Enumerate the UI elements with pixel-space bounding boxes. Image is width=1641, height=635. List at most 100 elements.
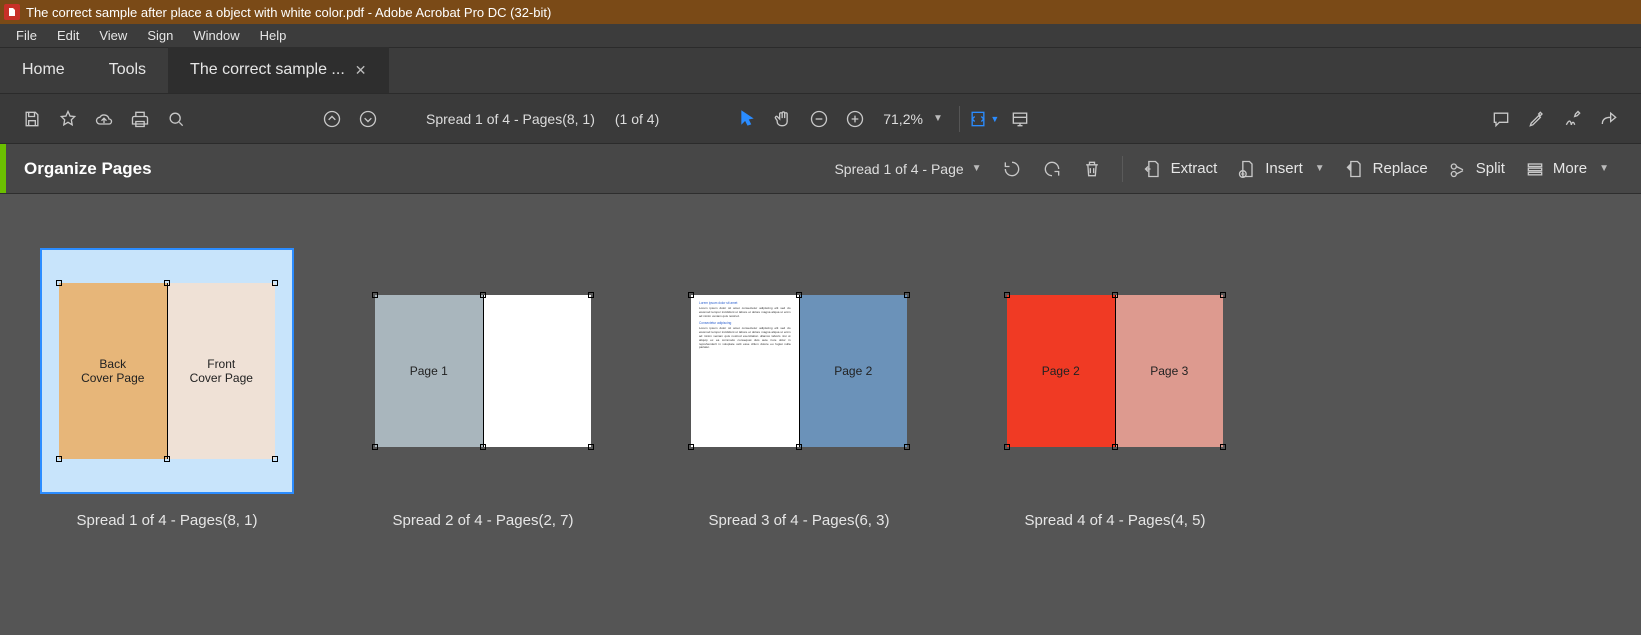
- window-title: The correct sample after place a object …: [26, 5, 551, 20]
- delete-button[interactable]: [1072, 151, 1112, 187]
- organize-bar: Organize Pages Spread 1 of 4 - Page ▼ Ex…: [0, 144, 1641, 194]
- resize-handle[interactable]: [688, 292, 694, 298]
- page-label-line: Back: [99, 357, 126, 371]
- resize-handle[interactable]: [588, 444, 594, 450]
- print-icon[interactable]: [122, 101, 158, 137]
- more-label: More: [1553, 160, 1587, 177]
- spread-caption: Spread 3 of 4 - Pages(6, 3): [709, 512, 890, 529]
- insert-label: Insert: [1265, 160, 1303, 177]
- page-down-icon[interactable]: [350, 101, 386, 137]
- resize-handle[interactable]: [56, 280, 62, 286]
- resize-handle[interactable]: [1004, 444, 1010, 450]
- more-button[interactable]: More ▼: [1515, 151, 1619, 187]
- resize-handle[interactable]: [588, 292, 594, 298]
- zoom-level[interactable]: 71,2% ▼: [883, 111, 943, 127]
- spread-caption: Spread 2 of 4 - Pages(2, 7): [393, 512, 574, 529]
- app-icon: [4, 4, 20, 20]
- spread-thumbnail[interactable]: Page 2 Page 3: [988, 248, 1242, 494]
- chevron-down-icon: ▼: [972, 163, 982, 174]
- tab-home[interactable]: Home: [0, 47, 87, 93]
- separator: [959, 106, 960, 132]
- page-label-line: Cover Page: [190, 371, 253, 385]
- resize-handle[interactable]: [1220, 444, 1226, 450]
- resize-handle[interactable]: [372, 444, 378, 450]
- split-button[interactable]: Split: [1438, 151, 1515, 187]
- resize-handle[interactable]: [480, 292, 486, 298]
- rotate-cw-button[interactable]: [1032, 151, 1072, 187]
- highlight-icon[interactable]: [1519, 101, 1555, 137]
- hand-tool-icon[interactable]: [765, 101, 801, 137]
- zoom-in-icon[interactable]: [837, 101, 873, 137]
- page-label-line: Page 3: [1150, 364, 1188, 378]
- replace-button[interactable]: Replace: [1335, 151, 1438, 187]
- menu-edit[interactable]: Edit: [47, 24, 89, 48]
- spread-thumbnail[interactable]: Page 1: [356, 248, 610, 494]
- select-tool-icon[interactable]: [729, 101, 765, 137]
- tab-tools[interactable]: Tools: [87, 47, 168, 93]
- resize-handle[interactable]: [1220, 292, 1226, 298]
- resize-handle[interactable]: [372, 292, 378, 298]
- extract-button[interactable]: Extract: [1133, 151, 1228, 187]
- spread-page[interactable]: BackCover PageFrontCover Page: [59, 283, 275, 459]
- resize-handle[interactable]: [56, 456, 62, 462]
- resize-handle[interactable]: [272, 456, 278, 462]
- star-icon[interactable]: [50, 101, 86, 137]
- menu-sign[interactable]: Sign: [137, 24, 183, 48]
- close-icon[interactable]: ✕: [355, 62, 367, 79]
- page-of-indicator: (1 of 4): [615, 111, 659, 127]
- page-half-right: Page 2: [800, 295, 908, 447]
- resize-handle[interactable]: [1112, 292, 1118, 298]
- spread-indicator[interactable]: Spread 1 of 4 - Pages(8, 1): [426, 111, 595, 127]
- thumbnails-area: BackCover PageFrontCover PageSpread 1 of…: [0, 194, 1641, 583]
- spread-thumbnail[interactable]: Lorem ipsum dolor sit ametLorem ipsum do…: [672, 248, 926, 494]
- resize-handle[interactable]: [1112, 444, 1118, 450]
- page-half-right: Page 3: [1116, 295, 1224, 447]
- spread-3[interactable]: Lorem ipsum dolor sit ametLorem ipsum do…: [672, 248, 926, 529]
- resize-handle[interactable]: [272, 280, 278, 286]
- zoom-value: 71,2%: [883, 111, 923, 127]
- fit-width-icon[interactable]: ▼: [966, 101, 1002, 137]
- read-mode-icon[interactable]: [1002, 101, 1038, 137]
- menu-window[interactable]: Window: [183, 24, 249, 48]
- page-label-line: Page 2: [834, 364, 872, 378]
- resize-handle[interactable]: [688, 444, 694, 450]
- menu-help[interactable]: Help: [250, 24, 297, 48]
- insert-button[interactable]: Insert ▼: [1227, 151, 1334, 187]
- resize-handle[interactable]: [164, 456, 170, 462]
- page-up-icon[interactable]: [314, 101, 350, 137]
- document-text-preview: Lorem ipsum dolor sit ametLorem ipsum do…: [691, 295, 799, 358]
- menu-view[interactable]: View: [89, 24, 137, 48]
- resize-handle[interactable]: [904, 292, 910, 298]
- resize-handle[interactable]: [796, 292, 802, 298]
- zoom-out-icon[interactable]: [801, 101, 837, 137]
- save-icon[interactable]: [14, 101, 50, 137]
- resize-handle[interactable]: [480, 444, 486, 450]
- tab-document[interactable]: The correct sample ... ✕: [168, 47, 388, 93]
- tab-document-label: The correct sample ...: [190, 61, 345, 79]
- spread-2[interactable]: Page 1 Spread 2 of 4 - Pages(2, 7): [356, 248, 610, 529]
- spread-caption: Spread 1 of 4 - Pages(8, 1): [77, 512, 258, 529]
- resize-handle[interactable]: [796, 444, 802, 450]
- spread-page[interactable]: Lorem ipsum dolor sit ametLorem ipsum do…: [691, 295, 907, 447]
- resize-handle[interactable]: [164, 280, 170, 286]
- spread-dropdown-label: Spread 1 of 4 - Page: [834, 161, 963, 177]
- page-label-line: Page 2: [1042, 364, 1080, 378]
- resize-handle[interactable]: [1004, 292, 1010, 298]
- spread-page[interactable]: Page 1: [375, 295, 591, 447]
- resize-handle[interactable]: [904, 444, 910, 450]
- spread-dropdown[interactable]: Spread 1 of 4 - Page ▼: [834, 161, 981, 177]
- separator: [1122, 156, 1123, 182]
- cloud-upload-icon[interactable]: [86, 101, 122, 137]
- spread-thumbnail[interactable]: BackCover PageFrontCover Page: [40, 248, 294, 494]
- spread-page[interactable]: Page 2 Page 3: [1007, 295, 1223, 447]
- search-icon[interactable]: [158, 101, 194, 137]
- menu-bar: File Edit View Sign Window Help: [0, 24, 1641, 48]
- spread-1[interactable]: BackCover PageFrontCover PageSpread 1 of…: [40, 248, 294, 529]
- sign-icon[interactable]: [1555, 101, 1591, 137]
- rotate-ccw-button[interactable]: [992, 151, 1032, 187]
- spread-4[interactable]: Page 2Page 3Spread 4 of 4 - Pages(4, 5): [988, 248, 1242, 529]
- menu-file[interactable]: File: [6, 24, 47, 48]
- comment-icon[interactable]: [1483, 101, 1519, 137]
- share-icon[interactable]: [1591, 101, 1627, 137]
- page-half-left: BackCover Page: [59, 283, 168, 459]
